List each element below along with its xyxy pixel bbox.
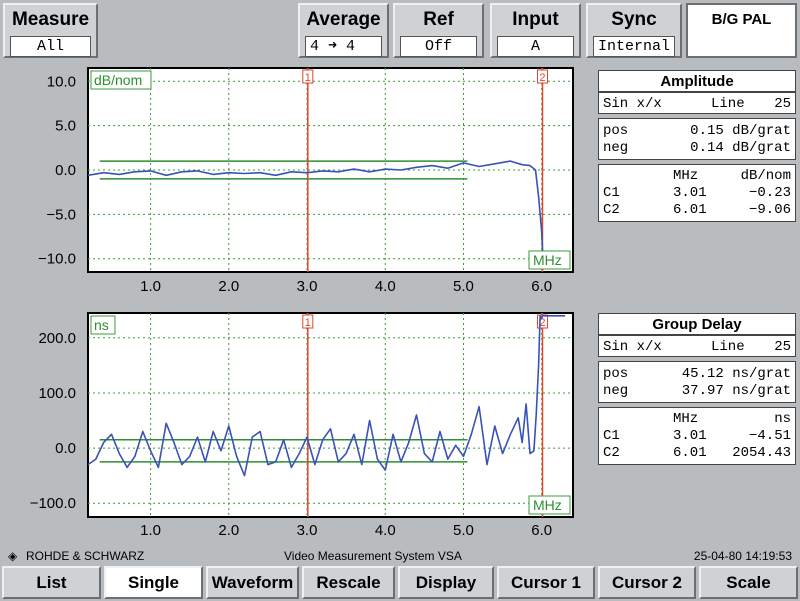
amplitude-pos-value: 0.15 dB/grat [690,123,791,139]
amplitude-pos-label: pos [603,123,629,139]
amplitude-line-label: Line [711,96,745,112]
softkey-cursor-1[interactable]: Cursor 1 [497,566,595,599]
delay-c2-label: C2 [603,445,620,461]
amplitude-y-tick-label: 10.0 [47,73,76,90]
amplitude-x-tick-label: 1.0 [140,278,161,295]
amplitude-x-unit-label: MHz [533,252,562,268]
amplitude-cursor-1-label: 1 [305,72,311,84]
delay-x-tick-label: 1.0 [140,522,161,539]
softkey-scale[interactable]: Scale [699,566,798,599]
amplitude-head-val: dB/nom [740,168,791,184]
delay-title-box: Group Delay [598,313,796,335]
amplitude-cursor-box: MHz dB/nom C1 3.01 −0.23 C2 6.01 −9.06 [598,164,796,222]
delay-neg-label: neg [603,383,629,399]
delay-cursor-box: MHz ns C1 3.01 −4.51 C2 6.01 2054.43 [598,407,796,465]
softkey-display[interactable]: Display [398,566,494,599]
softkey-cursor-2[interactable]: Cursor 2 [598,566,696,599]
delay-head-freq: MHz [673,411,699,427]
delay-signal-box: Sin x/x Line 25 [598,335,796,357]
delay-x-tick-label: 6.0 [531,522,552,539]
system-name: Video Measurement System VSA [284,549,462,563]
amplitude-y-tick-label: 5.0 [55,118,76,135]
delay-y-tick-label: −100.0 [30,495,76,512]
delay-pos-value: 45.12 ns/grat [681,366,791,382]
amplitude-c2-freq: 6.01 [673,202,707,218]
delay-c1-freq: 3.01 [673,428,707,444]
delay-x-tick-label: 2.0 [218,522,239,539]
softkey-list[interactable]: List [2,566,101,599]
amplitude-c1-value: −0.23 [748,185,791,201]
amplitude-c1-freq: 3.01 [673,185,707,201]
amplitude-signal-box: Sin x/x Line 25 [598,92,796,114]
brand-logo-icon: ◈ [8,549,18,563]
softkey-waveform[interactable]: Waveform [206,566,299,599]
delay-line-value: 25 [774,339,791,355]
softkey-single[interactable]: Single [104,566,203,599]
delay-line-label: Line [711,339,745,355]
amplitude-y-tick-label: −10.0 [38,251,76,268]
amplitude-x-tick-label: 3.0 [297,278,318,295]
delay-y-tick-label: 100.0 [38,385,76,402]
amplitude-neg-value: 0.14 dB/grat [690,140,791,156]
delay-head-val: ns [774,411,791,427]
amplitude-x-tick-label: 4.0 [375,278,396,295]
delay-cursor-1-label: 1 [305,317,311,329]
delay-signal: Sin x/x [603,339,662,355]
delay-x-unit-label: MHz [533,497,562,513]
amplitude-cursor-2-label: 2 [539,72,545,84]
delay-pos-label: pos [603,366,629,382]
delay-neg-value: 37.97 ns/grat [681,383,791,399]
amplitude-x-tick-label: 5.0 [453,278,474,295]
delay-unit-label: ns [94,317,109,333]
delay-y-tick-label: 200.0 [38,330,76,347]
amplitude-c1-label: C1 [603,185,620,201]
amplitude-x-tick-label: 6.0 [531,278,552,295]
delay-title: Group Delay [652,316,742,333]
delay-c1-value: −4.51 [748,428,791,444]
amplitude-title-box: Amplitude [598,70,796,92]
amplitude-head-freq: MHz [673,168,699,184]
delay-tolerance-box: pos 45.12 ns/grat neg 37.97 ns/grat [598,361,796,403]
amplitude-y-tick-label: −5.0 [46,206,76,223]
delay-c2-freq: 6.01 [673,445,707,461]
brand-name: ROHDE & SCHWARZ [26,549,145,563]
amplitude-y-tick-label: 0.0 [55,162,76,179]
delay-x-tick-label: 5.0 [453,522,474,539]
delay-c1-label: C1 [603,428,620,444]
softkey-rescale[interactable]: Rescale [302,566,395,599]
amplitude-signal: Sin x/x [603,96,662,112]
delay-c2-value: 2054.43 [732,445,791,461]
amplitude-c2-label: C2 [603,202,620,218]
amplitude-neg-label: neg [603,140,629,156]
date-time: 25-04-80 14:19:53 [693,549,792,563]
amplitude-tolerance-box: pos 0.15 dB/grat neg 0.14 dB/grat [598,118,796,160]
delay-y-tick-label: 0.0 [55,440,76,457]
amplitude-x-tick-label: 2.0 [218,278,239,295]
delay-plot-area [87,312,574,518]
amplitude-title: Amplitude [660,73,734,90]
status-bar: ◈ ROHDE & SCHWARZ Video Measurement Syst… [0,548,800,564]
delay-x-tick-label: 4.0 [375,522,396,539]
delay-x-tick-label: 3.0 [297,522,318,539]
amplitude-plot-area [87,67,574,273]
amplitude-c2-value: −9.06 [748,202,791,218]
amplitude-unit-label: dB/nom [94,72,142,88]
amplitude-line-value: 25 [774,96,791,112]
